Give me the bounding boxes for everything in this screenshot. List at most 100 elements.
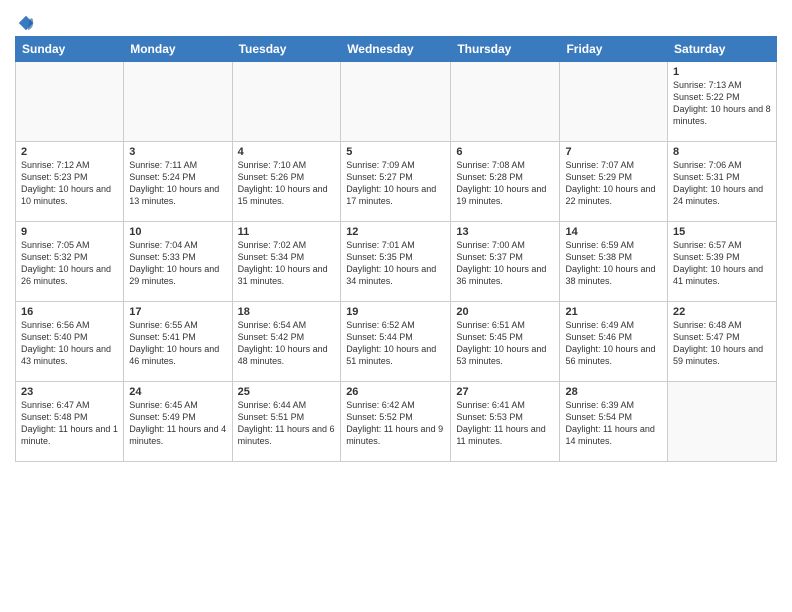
calendar-cell: 17Sunrise: 6:55 AM Sunset: 5:41 PM Dayli… <box>124 302 232 382</box>
day-info: Sunrise: 7:05 AM Sunset: 5:32 PM Dayligh… <box>21 239 118 288</box>
day-number: 24 <box>129 386 226 398</box>
day-info: Sunrise: 6:45 AM Sunset: 5:49 PM Dayligh… <box>129 399 226 448</box>
day-number: 28 <box>565 386 662 398</box>
calendar-cell: 11Sunrise: 7:02 AM Sunset: 5:34 PM Dayli… <box>232 222 341 302</box>
day-info: Sunrise: 7:02 AM Sunset: 5:34 PM Dayligh… <box>238 239 336 288</box>
day-number: 11 <box>238 226 336 238</box>
calendar-cell <box>451 62 560 142</box>
calendar-cell: 8Sunrise: 7:06 AM Sunset: 5:31 PM Daylig… <box>668 142 777 222</box>
calendar-table: SundayMondayTuesdayWednesdayThursdayFrid… <box>15 36 777 462</box>
calendar-cell: 28Sunrise: 6:39 AM Sunset: 5:54 PM Dayli… <box>560 382 668 462</box>
day-number: 12 <box>346 226 445 238</box>
day-info: Sunrise: 6:54 AM Sunset: 5:42 PM Dayligh… <box>238 319 336 368</box>
day-info: Sunrise: 6:49 AM Sunset: 5:46 PM Dayligh… <box>565 319 662 368</box>
calendar-cell: 21Sunrise: 6:49 AM Sunset: 5:46 PM Dayli… <box>560 302 668 382</box>
calendar-cell <box>668 382 777 462</box>
day-info: Sunrise: 6:51 AM Sunset: 5:45 PM Dayligh… <box>456 319 554 368</box>
day-number: 13 <box>456 226 554 238</box>
day-info: Sunrise: 6:55 AM Sunset: 5:41 PM Dayligh… <box>129 319 226 368</box>
calendar-cell <box>124 62 232 142</box>
day-number: 20 <box>456 306 554 318</box>
day-info: Sunrise: 6:41 AM Sunset: 5:53 PM Dayligh… <box>456 399 554 448</box>
calendar-cell: 18Sunrise: 6:54 AM Sunset: 5:42 PM Dayli… <box>232 302 341 382</box>
day-number: 6 <box>456 146 554 158</box>
calendar-cell: 6Sunrise: 7:08 AM Sunset: 5:28 PM Daylig… <box>451 142 560 222</box>
day-number: 4 <box>238 146 336 158</box>
calendar-cell: 16Sunrise: 6:56 AM Sunset: 5:40 PM Dayli… <box>16 302 124 382</box>
day-number: 5 <box>346 146 445 158</box>
day-info: Sunrise: 6:44 AM Sunset: 5:51 PM Dayligh… <box>238 399 336 448</box>
day-number: 8 <box>673 146 771 158</box>
day-info: Sunrise: 7:00 AM Sunset: 5:37 PM Dayligh… <box>456 239 554 288</box>
calendar-cell: 14Sunrise: 6:59 AM Sunset: 5:38 PM Dayli… <box>560 222 668 302</box>
weekday-header-saturday: Saturday <box>668 37 777 62</box>
calendar-cell: 7Sunrise: 7:07 AM Sunset: 5:29 PM Daylig… <box>560 142 668 222</box>
weekday-header-wednesday: Wednesday <box>341 37 451 62</box>
calendar-cell: 19Sunrise: 6:52 AM Sunset: 5:44 PM Dayli… <box>341 302 451 382</box>
week-row-2: 2Sunrise: 7:12 AM Sunset: 5:23 PM Daylig… <box>16 142 777 222</box>
calendar-cell: 1Sunrise: 7:13 AM Sunset: 5:22 PM Daylig… <box>668 62 777 142</box>
day-number: 26 <box>346 386 445 398</box>
page-container: SundayMondayTuesdayWednesdayThursdayFrid… <box>0 0 792 467</box>
weekday-header-sunday: Sunday <box>16 37 124 62</box>
day-number: 7 <box>565 146 662 158</box>
calendar-cell: 15Sunrise: 6:57 AM Sunset: 5:39 PM Dayli… <box>668 222 777 302</box>
week-row-5: 23Sunrise: 6:47 AM Sunset: 5:48 PM Dayli… <box>16 382 777 462</box>
day-info: Sunrise: 6:59 AM Sunset: 5:38 PM Dayligh… <box>565 239 662 288</box>
day-number: 2 <box>21 146 118 158</box>
day-info: Sunrise: 7:06 AM Sunset: 5:31 PM Dayligh… <box>673 159 771 208</box>
day-number: 22 <box>673 306 771 318</box>
calendar-cell: 9Sunrise: 7:05 AM Sunset: 5:32 PM Daylig… <box>16 222 124 302</box>
day-info: Sunrise: 7:09 AM Sunset: 5:27 PM Dayligh… <box>346 159 445 208</box>
day-info: Sunrise: 6:57 AM Sunset: 5:39 PM Dayligh… <box>673 239 771 288</box>
day-number: 19 <box>346 306 445 318</box>
day-info: Sunrise: 7:11 AM Sunset: 5:24 PM Dayligh… <box>129 159 226 208</box>
calendar-cell: 4Sunrise: 7:10 AM Sunset: 5:26 PM Daylig… <box>232 142 341 222</box>
calendar-cell: 20Sunrise: 6:51 AM Sunset: 5:45 PM Dayli… <box>451 302 560 382</box>
calendar-cell: 2Sunrise: 7:12 AM Sunset: 5:23 PM Daylig… <box>16 142 124 222</box>
day-info: Sunrise: 7:10 AM Sunset: 5:26 PM Dayligh… <box>238 159 336 208</box>
calendar-cell: 12Sunrise: 7:01 AM Sunset: 5:35 PM Dayli… <box>341 222 451 302</box>
day-number: 21 <box>565 306 662 318</box>
calendar-cell <box>560 62 668 142</box>
day-info: Sunrise: 6:52 AM Sunset: 5:44 PM Dayligh… <box>346 319 445 368</box>
header <box>15 10 777 32</box>
weekday-header-monday: Monday <box>124 37 232 62</box>
day-info: Sunrise: 7:07 AM Sunset: 5:29 PM Dayligh… <box>565 159 662 208</box>
calendar-cell: 5Sunrise: 7:09 AM Sunset: 5:27 PM Daylig… <box>341 142 451 222</box>
weekday-header-friday: Friday <box>560 37 668 62</box>
calendar-cell: 3Sunrise: 7:11 AM Sunset: 5:24 PM Daylig… <box>124 142 232 222</box>
day-number: 15 <box>673 226 771 238</box>
calendar-cell: 10Sunrise: 7:04 AM Sunset: 5:33 PM Dayli… <box>124 222 232 302</box>
day-number: 10 <box>129 226 226 238</box>
weekday-header-thursday: Thursday <box>451 37 560 62</box>
day-info: Sunrise: 6:47 AM Sunset: 5:48 PM Dayligh… <box>21 399 118 448</box>
weekday-header-row: SundayMondayTuesdayWednesdayThursdayFrid… <box>16 37 777 62</box>
day-number: 25 <box>238 386 336 398</box>
weekday-header-tuesday: Tuesday <box>232 37 341 62</box>
day-info: Sunrise: 7:08 AM Sunset: 5:28 PM Dayligh… <box>456 159 554 208</box>
calendar-cell: 22Sunrise: 6:48 AM Sunset: 5:47 PM Dayli… <box>668 302 777 382</box>
day-number: 16 <box>21 306 118 318</box>
logo <box>15 14 35 32</box>
calendar-cell <box>341 62 451 142</box>
day-info: Sunrise: 6:56 AM Sunset: 5:40 PM Dayligh… <box>21 319 118 368</box>
day-info: Sunrise: 6:39 AM Sunset: 5:54 PM Dayligh… <box>565 399 662 448</box>
day-number: 18 <box>238 306 336 318</box>
week-row-4: 16Sunrise: 6:56 AM Sunset: 5:40 PM Dayli… <box>16 302 777 382</box>
day-info: Sunrise: 7:12 AM Sunset: 5:23 PM Dayligh… <box>21 159 118 208</box>
calendar-cell: 27Sunrise: 6:41 AM Sunset: 5:53 PM Dayli… <box>451 382 560 462</box>
day-info: Sunrise: 6:48 AM Sunset: 5:47 PM Dayligh… <box>673 319 771 368</box>
calendar-cell <box>232 62 341 142</box>
day-number: 3 <box>129 146 226 158</box>
day-number: 27 <box>456 386 554 398</box>
calendar-cell <box>16 62 124 142</box>
calendar-cell: 26Sunrise: 6:42 AM Sunset: 5:52 PM Dayli… <box>341 382 451 462</box>
day-info: Sunrise: 7:01 AM Sunset: 5:35 PM Dayligh… <box>346 239 445 288</box>
calendar-cell: 13Sunrise: 7:00 AM Sunset: 5:37 PM Dayli… <box>451 222 560 302</box>
day-number: 1 <box>673 66 771 78</box>
calendar-cell: 23Sunrise: 6:47 AM Sunset: 5:48 PM Dayli… <box>16 382 124 462</box>
week-row-1: 1Sunrise: 7:13 AM Sunset: 5:22 PM Daylig… <box>16 62 777 142</box>
day-number: 23 <box>21 386 118 398</box>
day-info: Sunrise: 6:42 AM Sunset: 5:52 PM Dayligh… <box>346 399 445 448</box>
